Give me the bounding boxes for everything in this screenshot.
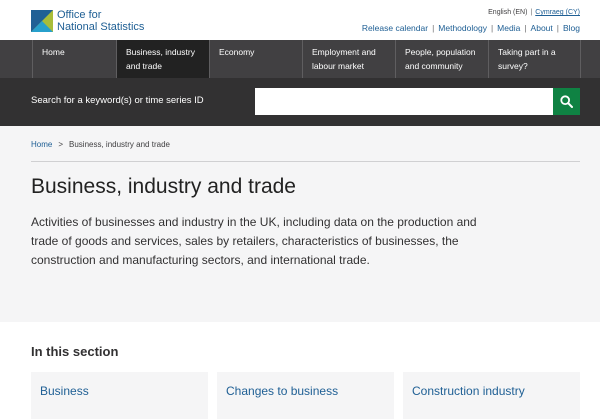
nav-item-label: and community [405, 61, 463, 71]
search-icon [560, 95, 573, 108]
media-link[interactable]: Media [497, 23, 520, 33]
nav-item-label: labour market [312, 61, 364, 71]
utility-links: Release calendar | Methodology | Media | About… [361, 23, 580, 33]
page-title: Business, industry and trade [31, 175, 296, 198]
language-english: English (EN) [488, 9, 528, 16]
ons-logo[interactable]: Office for National Statistics [31, 8, 181, 34]
nav-item-label: Economy [219, 47, 255, 57]
about-link[interactable]: About [531, 23, 553, 33]
search-band: Search for a keyword(s) or time series I… [0, 78, 600, 126]
nav-item-label: Home [42, 47, 65, 57]
search-label: Search for a keyword(s) or time series I… [31, 95, 204, 106]
page-banner: Home > Business, industry and trade Busine… [0, 126, 600, 322]
nav-item-label: People, population [405, 47, 476, 57]
banner-divider [31, 161, 580, 162]
ons-logo-icon [31, 10, 53, 32]
search-input[interactable] [255, 88, 553, 115]
nav-item-employment-labour-market[interactable]: Employment and labour market [302, 40, 395, 78]
logo-text: Office for National Statistics [57, 9, 144, 33]
blog-link[interactable]: Blog [563, 23, 580, 33]
language-welsh-link[interactable]: Cymraeg (CY) [535, 9, 580, 16]
search-button[interactable] [553, 88, 580, 115]
breadcrumb-separator: > [58, 140, 64, 149]
nav-item-label: and trade [126, 61, 162, 71]
nav-item-business-industry-trade[interactable]: Business, industry and trade [116, 40, 209, 78]
section-card-business[interactable]: Business [31, 372, 208, 419]
section-card-construction-industry[interactable]: Construction industry [403, 372, 580, 419]
card-link[interactable]: Changes to business [226, 384, 338, 398]
logo-line-1: Office for [57, 9, 102, 21]
nav-item-taking-part-survey[interactable]: Taking part in a survey? [488, 40, 580, 78]
site-header: Office for National Statistics English (… [0, 0, 600, 40]
page-description: Activities of businesses and industry in… [31, 215, 477, 267]
section-cards: Business Changes to business Constructio… [31, 372, 580, 419]
breadcrumb-current: Business, industry and trade [69, 140, 170, 149]
methodology-link[interactable]: Methodology [438, 23, 487, 33]
language-switcher: English (EN) | Cymraeg (CY) [488, 9, 580, 16]
nav-item-people-population-community[interactable]: People, population and community [395, 40, 488, 78]
nav-item-label: Employment and [312, 47, 376, 57]
breadcrumb-home-link[interactable]: Home [31, 140, 52, 149]
card-link[interactable]: Business [40, 384, 89, 398]
breadcrumb: Home > Business, industry and trade [31, 140, 170, 149]
card-link[interactable]: Construction industry [412, 384, 525, 398]
primary-nav: Home Business, industry and trade Econom… [0, 40, 600, 78]
language-separator: | [530, 9, 533, 16]
section-heading: In this section [31, 344, 119, 359]
nav-divider [580, 40, 581, 78]
nav-item-economy[interactable]: Economy [209, 40, 302, 78]
section-card-changes-to-business[interactable]: Changes to business [217, 372, 394, 419]
nav-item-label: Taking part in a [498, 47, 556, 57]
release-calendar-link[interactable]: Release calendar [362, 23, 428, 33]
nav-item-home[interactable]: Home [32, 40, 116, 78]
logo-line-2: National Statistics [57, 21, 145, 33]
nav-item-label: survey? [498, 61, 528, 71]
nav-item-label: Business, industry [126, 47, 195, 57]
